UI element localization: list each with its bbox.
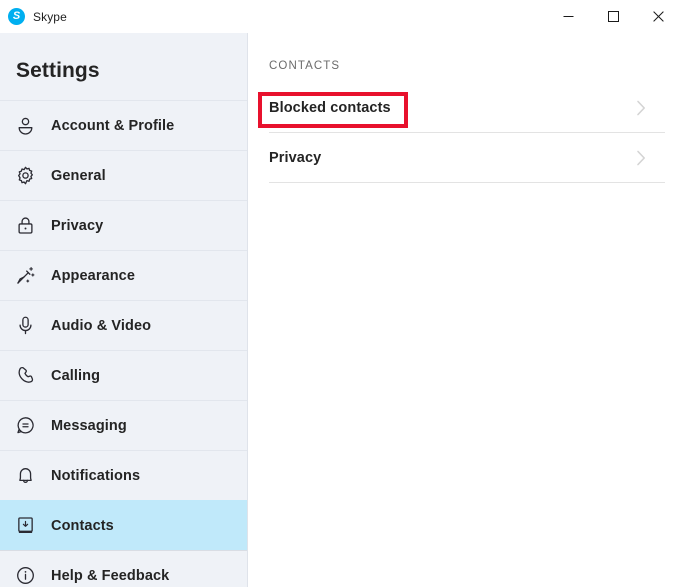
minimize-icon <box>563 16 574 17</box>
section-header-contacts: CONTACTS <box>269 60 341 72</box>
settings-sidebar: Settings Account & Profile General Priva… <box>0 33 248 587</box>
sidebar-item-audio-video[interactable]: Audio & Video <box>0 300 247 350</box>
microphone-icon <box>13 314 37 338</box>
gear-icon <box>13 164 37 188</box>
sidebar-item-privacy[interactable]: Privacy <box>0 200 247 250</box>
close-icon <box>653 11 664 22</box>
settings-content-panel: CONTACTS Blocked contacts Privacy <box>249 33 681 587</box>
settings-nav-list: Account & Profile General Privacy Appear… <box>0 100 247 587</box>
sidebar-item-messaging[interactable]: Messaging <box>0 400 247 450</box>
magic-wand-icon <box>13 264 37 288</box>
chevron-right-icon <box>635 147 648 169</box>
sidebar-item-label: Calling <box>51 367 101 384</box>
window-controls <box>546 0 681 33</box>
title-bar: S Skype <box>0 0 681 33</box>
sidebar-item-label: Help & Feedback <box>51 567 170 584</box>
sidebar-item-appearance[interactable]: Appearance <box>0 250 247 300</box>
phone-icon <box>13 364 37 388</box>
maximize-icon <box>608 11 619 22</box>
app-title: Skype <box>33 9 67 24</box>
sidebar-item-label: Audio & Video <box>51 317 152 334</box>
minimize-button[interactable] <box>546 0 591 33</box>
sidebar-item-account-profile[interactable]: Account & Profile <box>0 100 247 150</box>
sidebar-item-help-feedback[interactable]: Help & Feedback <box>0 550 247 587</box>
setting-row-blocked-contacts[interactable]: Blocked contacts <box>269 83 665 133</box>
person-icon <box>13 114 37 138</box>
setting-row-label: Privacy <box>269 149 322 166</box>
sidebar-item-label: General <box>51 167 106 184</box>
close-button[interactable] <box>636 0 681 33</box>
address-book-icon <box>13 514 37 538</box>
chevron-right-icon <box>635 97 648 119</box>
bell-icon <box>13 464 37 488</box>
info-circle-icon <box>13 564 37 587</box>
setting-row-privacy[interactable]: Privacy <box>269 133 665 183</box>
lock-icon <box>13 214 37 238</box>
skype-settings-window: S Skype Settings Account & Profile Gener… <box>0 0 681 587</box>
sidebar-item-label: Privacy <box>51 217 104 234</box>
maximize-button[interactable] <box>591 0 636 33</box>
sidebar-item-calling[interactable]: Calling <box>0 350 247 400</box>
chat-bubble-icon <box>13 414 37 438</box>
sidebar-item-notifications[interactable]: Notifications <box>0 450 247 500</box>
sidebar-item-label: Notifications <box>51 467 141 484</box>
sidebar-item-label: Account & Profile <box>51 117 175 134</box>
sidebar-item-general[interactable]: General <box>0 150 247 200</box>
sidebar-item-label: Contacts <box>51 517 114 534</box>
skype-logo-icon: S <box>8 8 25 25</box>
sidebar-item-label: Messaging <box>51 417 127 434</box>
sidebar-item-label: Appearance <box>51 267 136 284</box>
setting-row-label: Blocked contacts <box>269 99 391 116</box>
sidebar-item-contacts[interactable]: Contacts <box>0 500 247 550</box>
settings-row-list: Blocked contacts Privacy <box>269 83 665 183</box>
page-title: Settings <box>16 59 100 82</box>
title-bar-left: S Skype <box>0 0 67 33</box>
